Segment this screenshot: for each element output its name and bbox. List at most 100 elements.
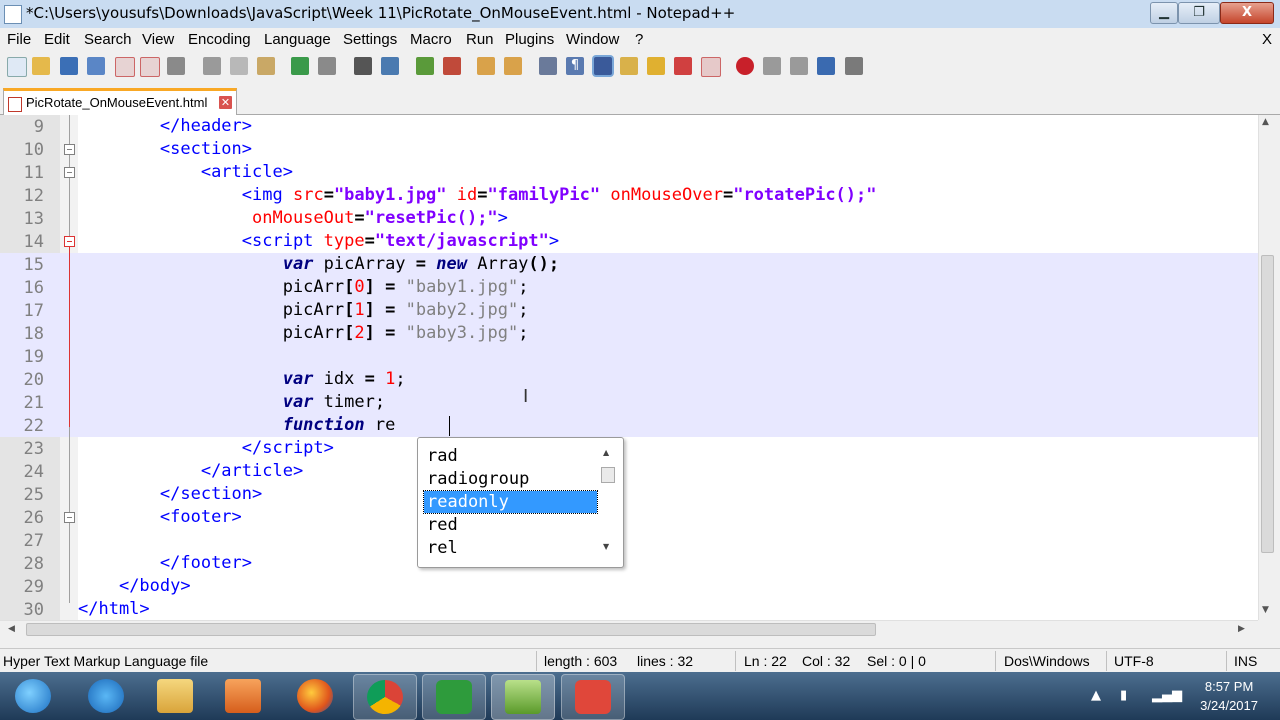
menu-edit[interactable]: Edit (44, 31, 70, 48)
taskbar-internet-explorer[interactable] (75, 674, 137, 718)
autocomplete-item[interactable]: rel (424, 537, 597, 559)
play-macro-icon[interactable] (790, 57, 808, 75)
menu-run[interactable]: Run (466, 31, 494, 48)
power-icon[interactable]: ▮ (1120, 688, 1127, 703)
save-macro-icon[interactable] (845, 57, 863, 75)
menu-language[interactable]: Language (264, 31, 331, 48)
line-number: 11 (23, 163, 44, 183)
autocomplete-item[interactable]: radiogroup (424, 468, 597, 490)
document-map-icon[interactable] (647, 57, 665, 75)
save-all-icon[interactable] (87, 57, 105, 75)
taskbar-firefox[interactable] (284, 674, 346, 718)
run-macro-multiple-icon[interactable] (817, 57, 835, 75)
indent-guide-icon[interactable] (594, 57, 612, 75)
tab-close-icon[interactable]: ✕ (219, 96, 232, 109)
function-list-icon[interactable] (674, 57, 692, 75)
menu-search[interactable]: Search (84, 31, 132, 48)
tab-picrotate[interactable]: PicRotate_OnMouseEvent.html ✕ (3, 88, 237, 117)
scroll-up-icon[interactable]: ▲ (603, 448, 609, 457)
show-all-characters-icon[interactable]: ¶ (566, 57, 584, 75)
taskbar-notepad-plus-plus[interactable] (491, 674, 555, 720)
menu-file[interactable]: File (7, 31, 31, 48)
menu-settings[interactable]: Settings (343, 31, 397, 48)
close-all-icon[interactable] (140, 57, 160, 77)
scroll-down-icon[interactable]: ▼ (603, 542, 609, 551)
redo-icon[interactable] (318, 57, 336, 75)
fold-line-script (69, 247, 70, 427)
autocomplete-popup[interactable]: rad radiogroup readonly red rel ▲ ▼ (417, 437, 624, 568)
scroll-right-icon[interactable]: ▶ (1238, 624, 1245, 634)
status-divider (1226, 651, 1227, 671)
horizontal-scrollbar[interactable]: ◀ ▶ (0, 620, 1258, 638)
sync-vertical-icon[interactable] (477, 57, 495, 75)
close-button[interactable]: X (1220, 2, 1274, 24)
print-icon[interactable] (167, 57, 185, 75)
scroll-thumb[interactable] (601, 467, 615, 483)
horizontal-scroll-thumb[interactable] (26, 623, 876, 636)
taskbar-chrome[interactable] (353, 674, 417, 720)
minimize-button[interactable]: ▁ (1150, 2, 1178, 24)
fold-toggle-article[interactable] (64, 167, 75, 178)
start-button[interactable] (2, 674, 64, 718)
paste-icon[interactable] (257, 57, 275, 75)
status-insert-mode[interactable]: INS (1234, 653, 1257, 669)
zoom-in-icon[interactable] (416, 57, 434, 75)
autocomplete-item[interactable]: red (424, 514, 597, 536)
network-signal-icon[interactable]: ▂▄▆ (1152, 688, 1182, 703)
taskbar-media-player[interactable] (212, 674, 274, 718)
line-number: 10 (23, 140, 44, 160)
status-lines: lines : 32 (637, 653, 694, 669)
menu-bar: File Edit Search View Encoding Language … (0, 28, 1280, 53)
code-editor[interactable]: 9 </header> 10 <section> 11 <article> 12… (0, 115, 1258, 620)
line-number: 15 (23, 255, 44, 275)
replace-icon[interactable] (381, 57, 399, 75)
user-defined-language-icon[interactable] (620, 57, 638, 75)
vertical-scrollbar[interactable]: ▲ ▼ (1258, 115, 1275, 620)
line-number: 19 (23, 347, 44, 367)
undo-icon[interactable] (291, 57, 309, 75)
menu-help[interactable]: ? (635, 31, 643, 48)
status-eol-format[interactable]: Dos\Windows (1004, 653, 1090, 669)
save-icon[interactable] (60, 57, 78, 75)
word-wrap-icon[interactable] (539, 57, 557, 75)
scroll-up-icon[interactable]: ▲ (1262, 117, 1269, 127)
line-number: 30 (23, 600, 44, 620)
system-clock[interactable]: 8:57 PM 3/24/2017 (1200, 677, 1258, 715)
code-line: 24 </article> (0, 460, 1258, 483)
cut-icon[interactable] (203, 57, 221, 75)
sync-horizontal-icon[interactable] (504, 57, 522, 75)
show-hidden-icons-icon[interactable]: ▲ (1091, 688, 1101, 703)
taskbar-camtasia-studio[interactable] (561, 674, 625, 720)
zoom-out-icon[interactable] (443, 57, 461, 75)
status-encoding[interactable]: UTF-8 (1114, 653, 1154, 669)
maximize-button[interactable]: ❐ (1178, 2, 1220, 24)
code-line: 19 (0, 345, 1258, 368)
menu-macro[interactable]: Macro (410, 31, 452, 48)
menu-plugins[interactable]: Plugins (505, 31, 554, 48)
fold-toggle-footer[interactable] (64, 512, 75, 523)
menu-window[interactable]: Window (566, 31, 619, 48)
autocomplete-scrollbar[interactable]: ▲ ▼ (599, 444, 615, 558)
folder-workspace-icon[interactable] (701, 57, 721, 77)
stop-macro-icon[interactable] (763, 57, 781, 75)
taskbar-camtasia-recorder[interactable] (422, 674, 486, 720)
taskbar-file-explorer[interactable] (144, 674, 206, 718)
copy-icon[interactable] (230, 57, 248, 75)
autocomplete-item[interactable]: rad (424, 445, 597, 467)
find-icon[interactable] (354, 57, 372, 75)
fold-toggle-script[interactable] (64, 236, 75, 247)
folder-icon (157, 679, 193, 713)
close-document-button[interactable]: X (1262, 31, 1272, 48)
open-file-icon[interactable] (32, 57, 50, 75)
vertical-scroll-thumb[interactable] (1261, 255, 1274, 553)
menu-view[interactable]: View (142, 31, 174, 48)
new-file-icon[interactable] (7, 57, 27, 77)
close-file-icon[interactable] (115, 57, 135, 77)
record-macro-icon[interactable] (736, 57, 754, 75)
fold-toggle-section[interactable] (64, 144, 75, 155)
menu-encoding[interactable]: Encoding (188, 31, 251, 48)
scroll-down-icon[interactable]: ▼ (1262, 605, 1269, 615)
code-line: 30 </html> (0, 598, 1258, 620)
autocomplete-item-selected[interactable]: readonly (423, 490, 598, 514)
scroll-left-icon[interactable]: ◀ (8, 624, 15, 634)
